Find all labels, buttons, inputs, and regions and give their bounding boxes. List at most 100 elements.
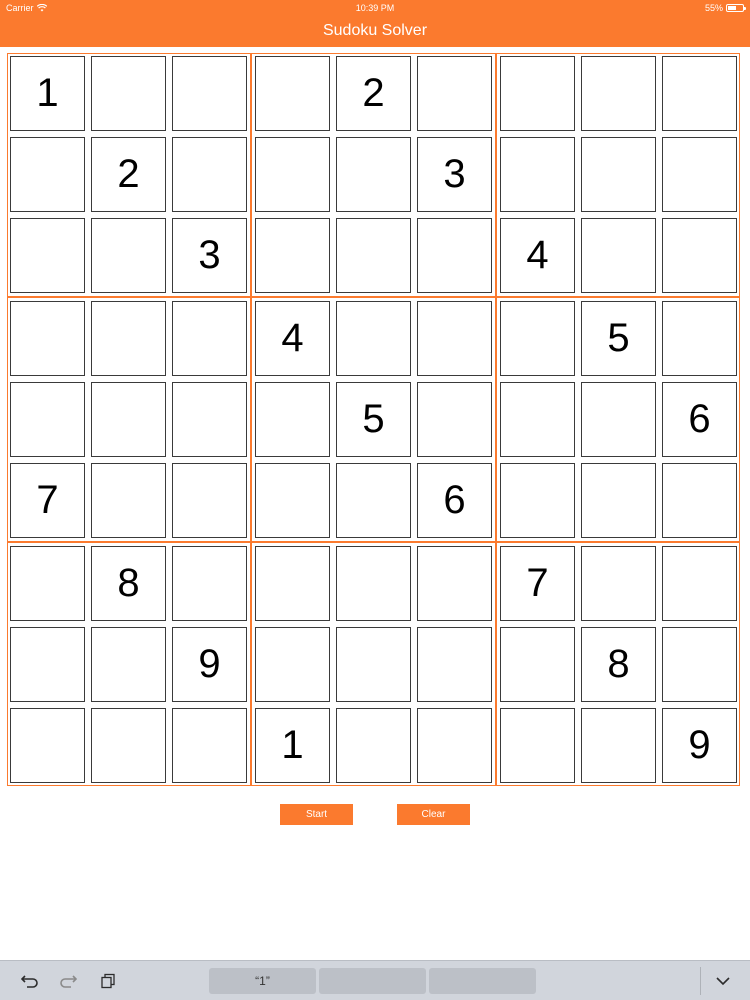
sudoku-cell[interactable]: [10, 546, 85, 621]
sudoku-cell[interactable]: 4: [500, 218, 575, 293]
sudoku-cell[interactable]: [255, 218, 330, 293]
sudoku-cell[interactable]: [417, 218, 492, 293]
sudoku-cell[interactable]: 3: [172, 218, 247, 293]
sudoku-cell[interactable]: [500, 301, 575, 376]
sudoku-cell[interactable]: [10, 627, 85, 702]
sudoku-cell[interactable]: [581, 546, 656, 621]
sudoku-cell[interactable]: [581, 137, 656, 212]
sudoku-cell[interactable]: 8: [581, 627, 656, 702]
sudoku-cell[interactable]: [336, 627, 411, 702]
sudoku-cell[interactable]: [500, 708, 575, 783]
box-divider-horizontal: [8, 296, 739, 298]
sudoku-cell[interactable]: [172, 56, 247, 131]
status-bar: Carrier 10:39 PM 55%: [0, 0, 750, 16]
sudoku-cell[interactable]: [336, 708, 411, 783]
sudoku-cell[interactable]: 2: [336, 56, 411, 131]
sudoku-cell[interactable]: 4: [255, 301, 330, 376]
sudoku-cell[interactable]: [417, 301, 492, 376]
sudoku-cell[interactable]: [255, 463, 330, 538]
sudoku-cell[interactable]: 5: [336, 382, 411, 457]
sudoku-cell[interactable]: [172, 546, 247, 621]
sudoku-cell[interactable]: [662, 56, 737, 131]
sudoku-cell[interactable]: [91, 301, 166, 376]
sudoku-cell[interactable]: 2: [91, 137, 166, 212]
sudoku-cell[interactable]: [500, 382, 575, 457]
sudoku-cell[interactable]: [10, 137, 85, 212]
suggestion-3[interactable]: [429, 968, 536, 994]
sudoku-cell[interactable]: 6: [662, 382, 737, 457]
sudoku-cell[interactable]: [10, 382, 85, 457]
hide-keyboard-icon[interactable]: [713, 971, 733, 991]
sudoku-cell[interactable]: [336, 463, 411, 538]
sudoku-cell[interactable]: [91, 627, 166, 702]
sudoku-cell[interactable]: 6: [417, 463, 492, 538]
sudoku-cell[interactable]: [91, 382, 166, 457]
sudoku-cell[interactable]: [255, 56, 330, 131]
paste-icon[interactable]: [98, 971, 118, 991]
sudoku-cell[interactable]: [417, 627, 492, 702]
sudoku-cell[interactable]: 8: [91, 546, 166, 621]
sudoku-cell[interactable]: [417, 56, 492, 131]
sudoku-cell[interactable]: 7: [10, 463, 85, 538]
suggestion-2[interactable]: [319, 968, 426, 994]
sudoku-cell[interactable]: [91, 218, 166, 293]
sudoku-cell[interactable]: [500, 56, 575, 131]
sudoku-cell[interactable]: [581, 218, 656, 293]
sudoku-cell[interactable]: [255, 546, 330, 621]
sudoku-cell[interactable]: [172, 463, 247, 538]
sudoku-cell[interactable]: [172, 708, 247, 783]
battery-icon: [726, 4, 746, 12]
sudoku-cell[interactable]: [581, 382, 656, 457]
sudoku-cell[interactable]: [91, 56, 166, 131]
battery-status: 55%: [704, 3, 746, 13]
sudoku-cell[interactable]: [581, 708, 656, 783]
sudoku-cell[interactable]: [10, 301, 85, 376]
sudoku-cell[interactable]: [662, 546, 737, 621]
sudoku-cell[interactable]: 9: [662, 708, 737, 783]
sudoku-cell[interactable]: [336, 546, 411, 621]
battery-level-fill: [728, 6, 736, 10]
sudoku-cell[interactable]: [500, 627, 575, 702]
clock: 10:39 PM: [355, 3, 395, 13]
sudoku-cell[interactable]: [417, 708, 492, 783]
sudoku-cell[interactable]: 1: [10, 56, 85, 131]
sudoku-cell[interactable]: [91, 463, 166, 538]
sudoku-cell[interactable]: 3: [417, 137, 492, 212]
redo-icon[interactable]: [58, 971, 78, 991]
sudoku-cell[interactable]: [662, 463, 737, 538]
sudoku-cell[interactable]: 5: [581, 301, 656, 376]
sudoku-cell[interactable]: [581, 463, 656, 538]
undo-icon[interactable]: [20, 971, 40, 991]
sudoku-cell[interactable]: 9: [172, 627, 247, 702]
sudoku-cell[interactable]: [91, 708, 166, 783]
sudoku-cell[interactable]: [662, 218, 737, 293]
sudoku-cell[interactable]: [10, 218, 85, 293]
sudoku-cell[interactable]: [172, 382, 247, 457]
sudoku-cell[interactable]: [10, 708, 85, 783]
sudoku-cell[interactable]: [255, 137, 330, 212]
sudoku-cell[interactable]: 7: [500, 546, 575, 621]
sudoku-cell[interactable]: [662, 627, 737, 702]
sudoku-cell[interactable]: [255, 627, 330, 702]
sudoku-cell[interactable]: [500, 137, 575, 212]
start-button[interactable]: Start: [280, 804, 353, 825]
sudoku-cell[interactable]: [336, 218, 411, 293]
page-title: Sudoku Solver: [322, 22, 428, 39]
sudoku-cell[interactable]: [336, 137, 411, 212]
box-divider-horizontal: [8, 541, 739, 543]
sudoku-cell[interactable]: [581, 56, 656, 131]
sudoku-cell[interactable]: [336, 301, 411, 376]
sudoku-cell[interactable]: [172, 301, 247, 376]
sudoku-cell[interactable]: [417, 546, 492, 621]
sudoku-cell[interactable]: [417, 382, 492, 457]
sudoku-cell[interactable]: [500, 463, 575, 538]
battery-percent: 55%: [704, 3, 723, 13]
clear-button[interactable]: Clear: [397, 804, 470, 825]
sudoku-cell[interactable]: 1: [255, 708, 330, 783]
keyboard-shortcut-bar: “1”: [0, 960, 750, 1000]
sudoku-cell[interactable]: [662, 301, 737, 376]
sudoku-cell[interactable]: [255, 382, 330, 457]
sudoku-cell[interactable]: [662, 137, 737, 212]
sudoku-cell[interactable]: [172, 137, 247, 212]
suggestion-1[interactable]: “1”: [209, 968, 316, 994]
